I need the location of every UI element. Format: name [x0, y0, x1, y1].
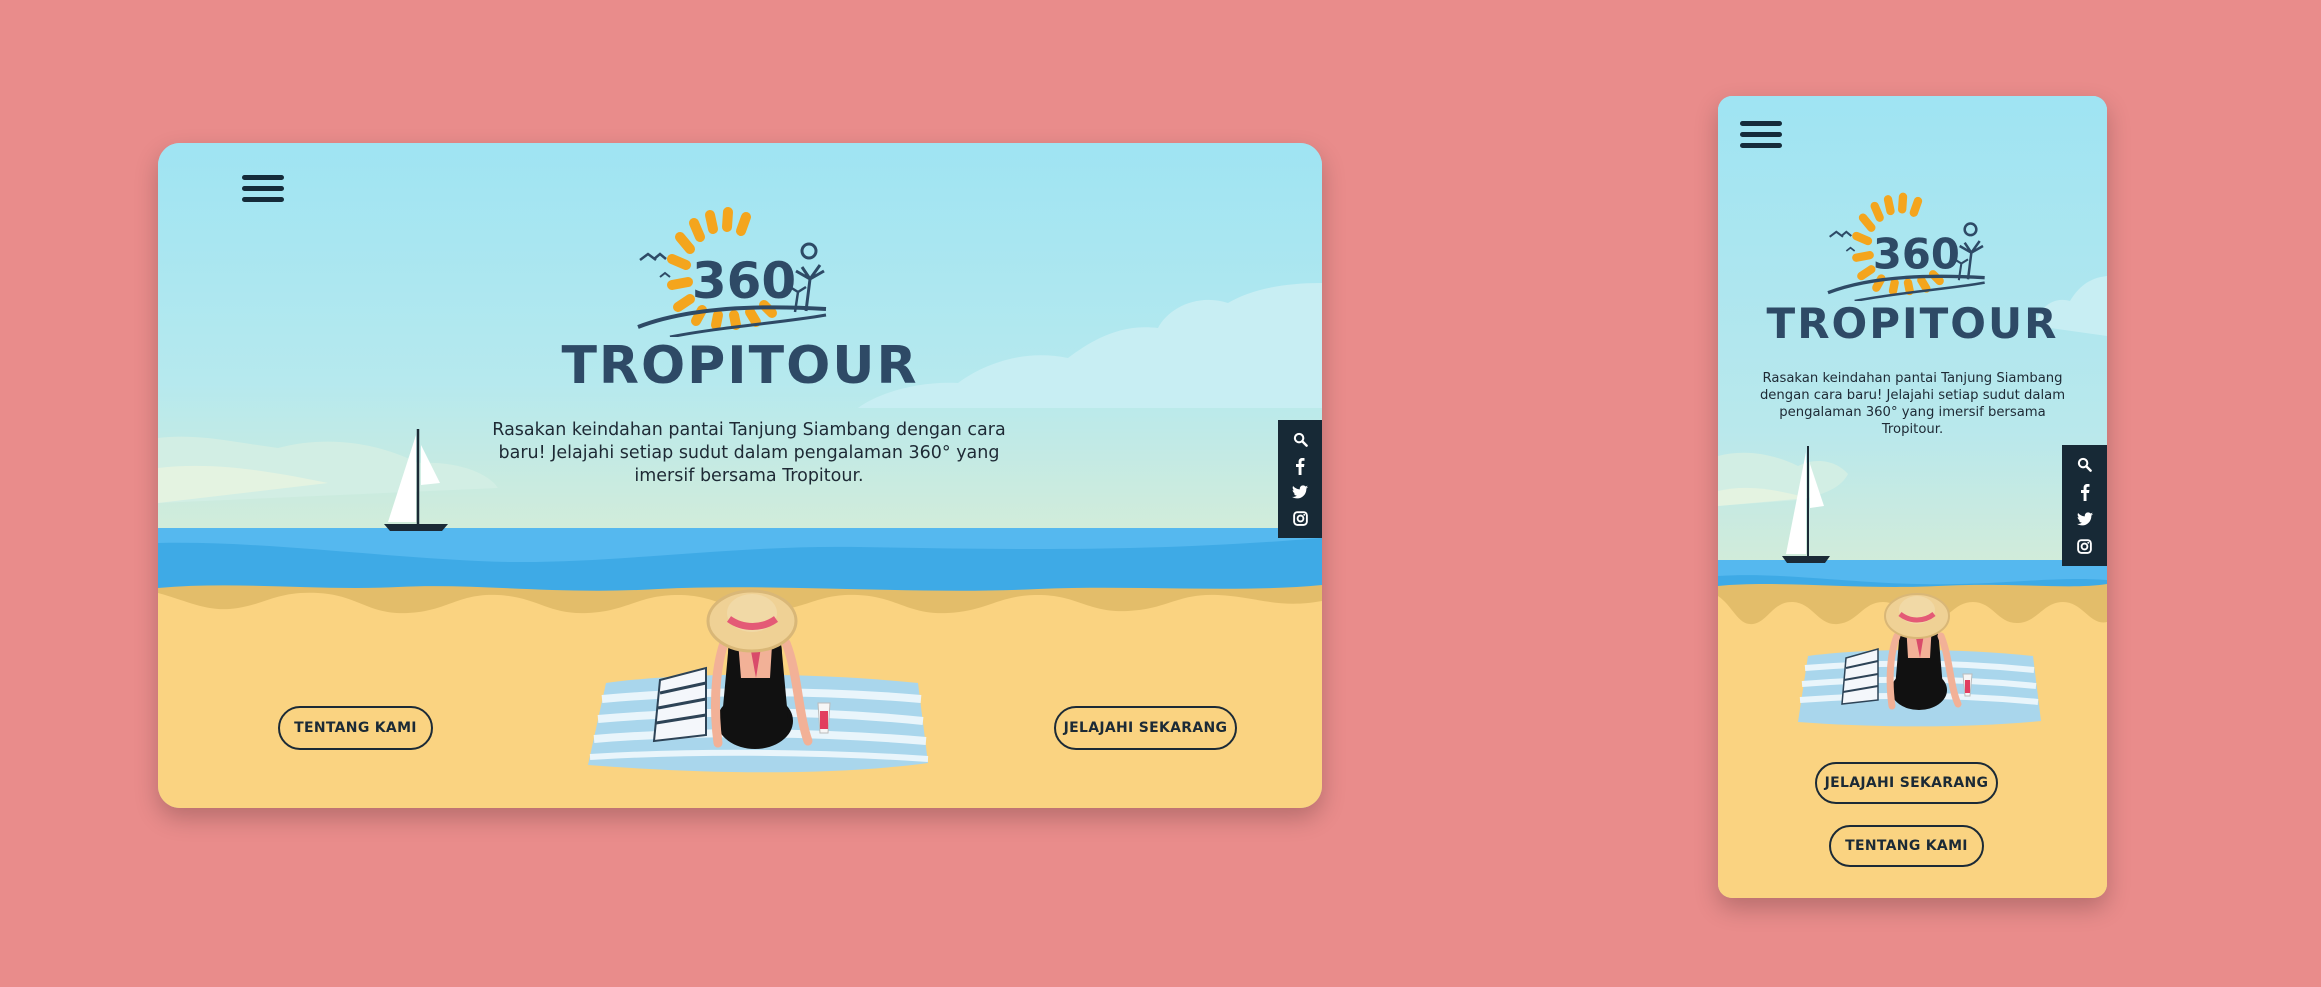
- logo-number: 360: [1872, 230, 1959, 279]
- facebook-icon[interactable]: [2076, 483, 2094, 501]
- social-sidebar: [2062, 445, 2107, 566]
- social-sidebar: [1278, 420, 1322, 538]
- desktop-mockup: 360 TROPITOUR Rasakan keindahan pantai T…: [158, 143, 1322, 808]
- about-button[interactable]: TENTANG KAMI: [1829, 825, 1984, 867]
- tropitour-logo: 360: [637, 207, 827, 337]
- facebook-icon[interactable]: [1291, 457, 1309, 475]
- about-button[interactable]: TENTANG KAMI: [278, 706, 433, 750]
- search-icon[interactable]: [1291, 430, 1309, 448]
- search-icon[interactable]: [2076, 456, 2094, 474]
- hero-tagline: Rasakan keindahan pantai Tanjung Siamban…: [492, 420, 1006, 486]
- explore-button[interactable]: JELAJAHI SEKARANG: [1815, 762, 1998, 804]
- brand-title: TROPITOUR: [1766, 299, 2059, 348]
- hero-tagline: Rasakan keindahan pantai Tanjung Siamban…: [1759, 371, 2066, 437]
- instagram-icon[interactable]: [1291, 510, 1309, 528]
- hamburger-menu-icon[interactable]: [242, 175, 284, 208]
- tropitour-logo: 360: [1826, 192, 1985, 301]
- logo-number: 360: [692, 252, 796, 310]
- twitter-icon[interactable]: [2076, 510, 2094, 528]
- twitter-icon[interactable]: [1291, 483, 1309, 501]
- hamburger-menu-icon[interactable]: [1740, 121, 1782, 154]
- brand-title: TROPITOUR: [561, 336, 919, 396]
- explore-button[interactable]: JELAJAHI SEKARANG: [1054, 706, 1237, 750]
- mobile-mockup: 360 TROPITOUR Rasakan keindahan pantai T…: [1718, 96, 2107, 898]
- instagram-icon[interactable]: [2076, 537, 2094, 555]
